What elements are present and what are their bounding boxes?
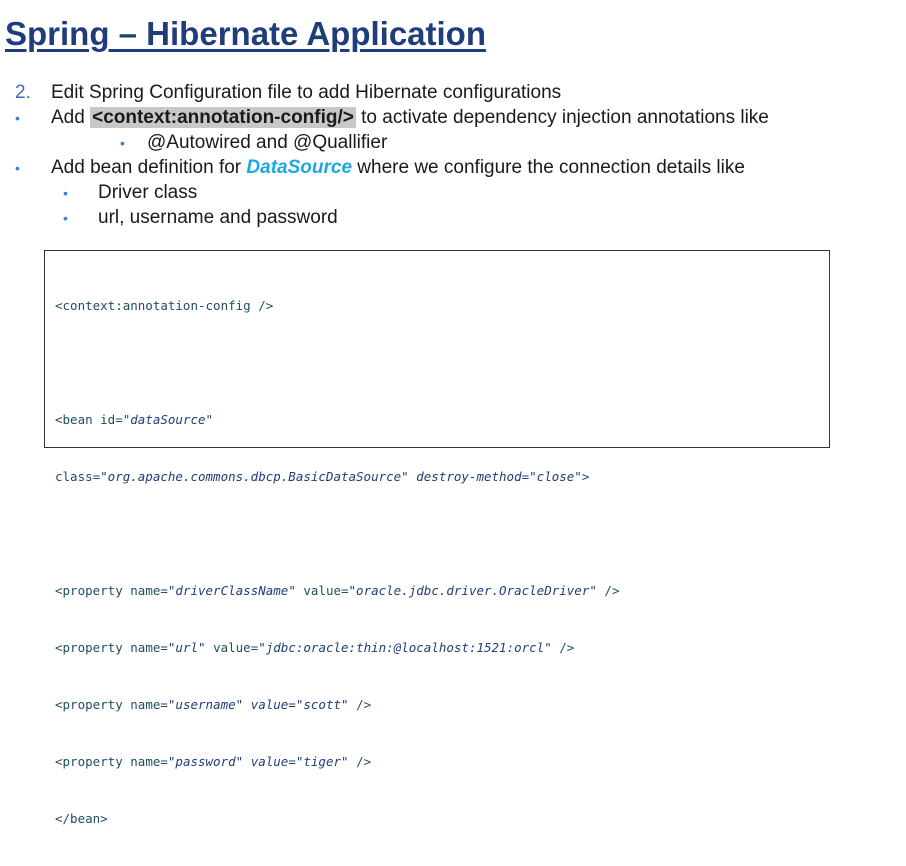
slide-title: Spring – Hibernate Application — [5, 15, 486, 52]
code-tag: > — [581, 469, 590, 484]
sub-bullet-driver-class: • Driver class — [63, 181, 197, 205]
sub-bullet-text: Driver class — [98, 182, 198, 203]
bullet-icon: • — [120, 135, 125, 151]
datasource-highlight: DataSource — [246, 157, 353, 178]
bullet-icon: • — [63, 185, 68, 201]
bullet-annotation-config: • Add <context:annotation-config/> to act… — [15, 106, 769, 130]
code-tag: <property — [55, 583, 131, 598]
code-line-bean-close: </bean> — [55, 811, 108, 826]
code-value: "jdbc:oracle:thin:@localhost:1521:orcl" — [258, 640, 552, 655]
list-item-text: Edit Spring Configuration file to add Hi… — [51, 82, 562, 103]
code-block: <context:annotation-config /> <bean id="… — [44, 250, 830, 826]
code-attr: class= — [55, 469, 101, 484]
code-attr: name= — [130, 583, 168, 598]
bullet-suffix: to activate dependency injection annotat… — [355, 107, 769, 128]
code-line-bean-class: class="org.apache.commons.dbcp.BasicData… — [55, 467, 619, 486]
bullet-prefix: Add — [51, 107, 91, 128]
code-line-annotation-config: <context:annotation-config /> — [55, 298, 274, 313]
code-tag: /> — [348, 697, 372, 712]
inline-code-annotation-config: <context:annotation-config/> — [90, 107, 356, 128]
bullet-icon: • — [63, 210, 68, 226]
code-line-property: <property name="url" value="jdbc:oracle:… — [55, 638, 619, 657]
sub-bullet-autowired: • @Autowired and @Quallifier — [120, 131, 387, 155]
bullet-icon: • — [15, 160, 20, 176]
list-number: 2. — [15, 82, 31, 103]
sub-bullet-url-credentials: • url, username and password — [63, 206, 338, 230]
code-attr: name= — [130, 754, 168, 769]
code-attr: id= — [100, 412, 123, 427]
sub-bullet-text: url, username and password — [98, 207, 338, 228]
code-value: "tiger" — [295, 754, 349, 769]
code-attr: value= — [243, 754, 296, 769]
bullet-suffix: where we configure the connection detail… — [352, 157, 745, 178]
code-attr: name= — [130, 697, 168, 712]
list-item-2: 2. Edit Spring Configuration file to add … — [15, 81, 561, 105]
code-line-property: <property name="driverClassName" value="… — [55, 581, 619, 600]
code-value: "username" — [167, 697, 244, 712]
code-attr: value= — [243, 697, 296, 712]
code-attr: destroy-method= — [408, 469, 530, 484]
code-tag: <property — [55, 697, 131, 712]
code-tag: /> — [551, 640, 575, 655]
code-tag: <property — [55, 754, 131, 769]
code-line-property: <property name="password" value="tiger" … — [55, 752, 619, 771]
code-attr: value= — [205, 640, 259, 655]
code-tag: /> — [348, 754, 372, 769]
code-value: "url" — [167, 640, 206, 655]
code-tag: <property — [55, 640, 131, 655]
code-value: "driverClassName" — [167, 583, 296, 598]
bullet-datasource: • Add bean definition for DataSource wher… — [15, 156, 745, 180]
code-attr: value= — [295, 583, 349, 598]
code-line-bean-open: <bean id="dataSource" — [55, 410, 619, 429]
code-line-property: <property name="username" value="scott" … — [55, 695, 619, 714]
sub-bullet-text: @Autowired and @Quallifier — [147, 132, 388, 153]
code-tag: /> — [596, 583, 620, 598]
code-content: <context:annotation-config /> <bean id="… — [55, 258, 619, 866]
code-value: "oracle.jdbc.driver.OracleDriver" — [348, 583, 597, 598]
code-attr: name= — [130, 640, 168, 655]
bullet-prefix: Add bean definition for — [51, 157, 247, 178]
code-tag: <bean — [55, 412, 101, 427]
code-value: "org.apache.commons.dbcp.BasicDataSource… — [100, 469, 409, 484]
code-value: "dataSource" — [122, 412, 214, 427]
bullet-icon: • — [15, 110, 20, 126]
code-value: "close" — [529, 469, 582, 484]
code-value: "password" — [167, 754, 244, 769]
code-value: "scott" — [295, 697, 349, 712]
